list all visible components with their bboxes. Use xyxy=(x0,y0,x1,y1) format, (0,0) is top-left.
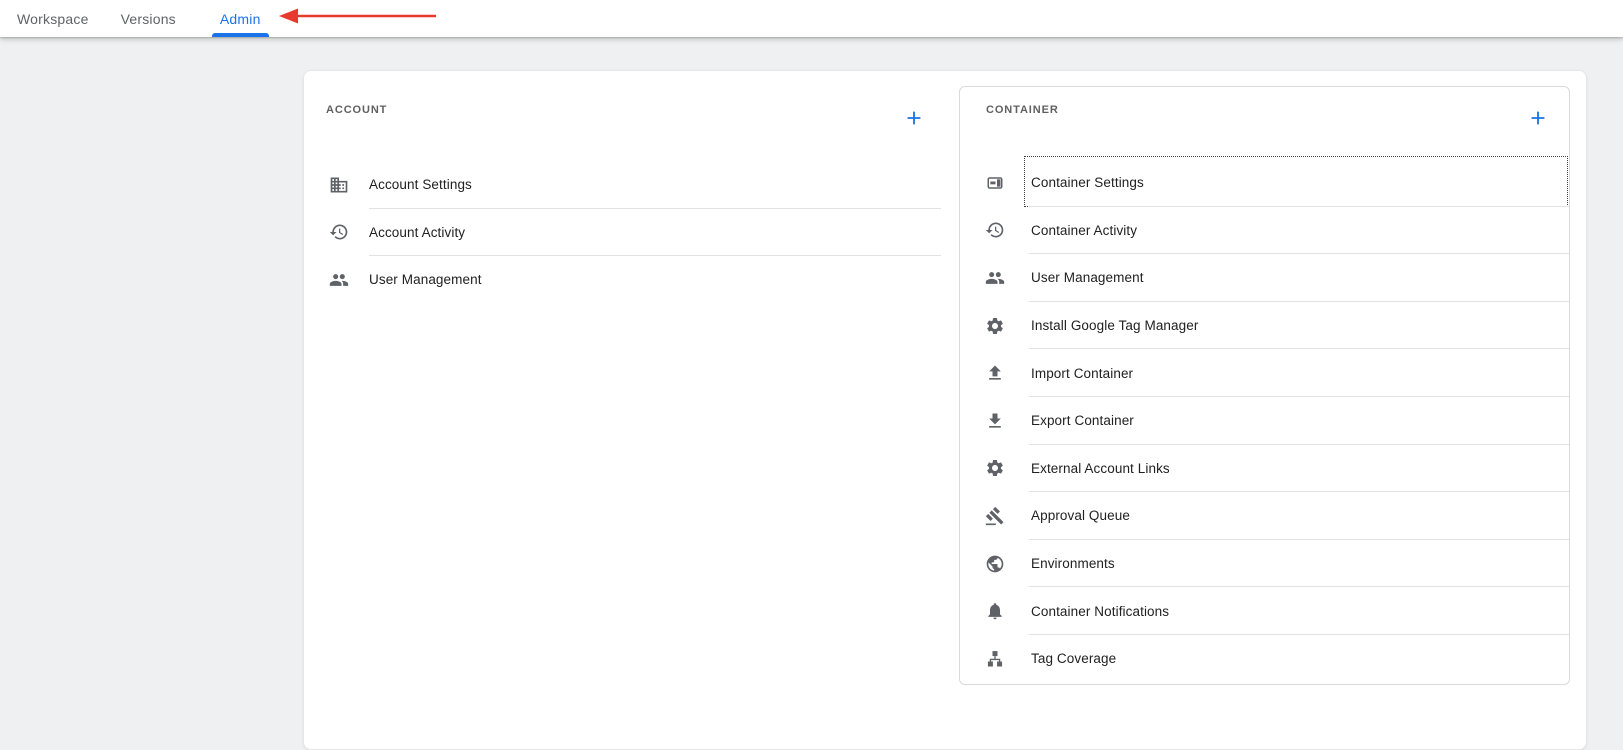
container-menu: Container Settings Container Activity Us… xyxy=(960,156,1569,683)
container-section: CONTAINER Container Settings Container A… xyxy=(959,86,1570,685)
bell-icon xyxy=(985,601,1005,621)
environments-row[interactable]: Environments xyxy=(960,540,1569,588)
import-container-row[interactable]: Import Container xyxy=(960,349,1569,397)
admin-page: ACCOUNT Account Settings Account Activit… xyxy=(0,37,1623,750)
globe-icon xyxy=(985,554,1005,574)
container-user-management-label: User Management xyxy=(1031,270,1144,286)
admin-card: ACCOUNT Account Settings Account Activit… xyxy=(303,70,1587,750)
tag-coverage-row[interactable]: Tag Coverage xyxy=(960,635,1569,683)
container-icon xyxy=(985,173,1005,193)
tab-admin[interactable]: Admin xyxy=(211,0,269,37)
container-notifications-row[interactable]: Container Notifications xyxy=(960,587,1569,635)
tab-workspace-label: Workspace xyxy=(17,10,89,27)
container-settings-label: Container Settings xyxy=(1031,175,1144,191)
tab-workspace[interactable]: Workspace xyxy=(17,0,89,37)
account-section-label: ACCOUNT xyxy=(326,104,388,116)
approval-queue-label: Approval Queue xyxy=(1031,508,1130,524)
history-icon xyxy=(985,220,1005,240)
plus-icon xyxy=(1531,111,1545,125)
building-icon xyxy=(329,175,349,195)
account-activity-label: Account Activity xyxy=(369,224,466,240)
account-menu: Account Settings Account Activity User M… xyxy=(304,161,941,304)
export-container-label: Export Container xyxy=(1031,413,1134,429)
container-user-management-row[interactable]: User Management xyxy=(960,254,1569,302)
container-activity-label: Container Activity xyxy=(1031,222,1138,238)
gear-icon xyxy=(985,458,1005,478)
tab-admin-label: Admin xyxy=(219,10,261,27)
account-settings-label: Account Settings xyxy=(369,177,472,193)
tag-coverage-label: Tag Coverage xyxy=(1031,651,1117,667)
history-icon xyxy=(329,222,349,242)
active-tab-underline xyxy=(211,33,269,37)
account-user-management-label: User Management xyxy=(369,272,482,288)
add-account-button[interactable] xyxy=(903,106,927,130)
export-container-row[interactable]: Export Container xyxy=(960,397,1569,445)
tab-versions-label: Versions xyxy=(120,10,176,27)
approval-queue-row[interactable]: Approval Queue xyxy=(960,492,1569,540)
install-gtm-label: Install Google Tag Manager xyxy=(1031,318,1199,334)
import-container-label: Import Container xyxy=(1031,365,1134,381)
download-icon xyxy=(985,411,1005,431)
container-notifications-label: Container Notifications xyxy=(1031,603,1170,619)
external-account-links-row[interactable]: External Account Links xyxy=(960,445,1569,493)
tab-versions[interactable]: Versions xyxy=(121,0,176,37)
external-account-links-label: External Account Links xyxy=(1031,460,1170,476)
people-icon xyxy=(985,268,1005,288)
top-nav-bar: Workspace Versions Admin xyxy=(0,0,1623,37)
environments-label: Environments xyxy=(1031,556,1115,572)
people-icon xyxy=(329,270,349,290)
gear-icon xyxy=(985,316,1005,336)
account-user-management-row[interactable]: User Management xyxy=(304,256,941,304)
red-arrow-annotation xyxy=(279,8,436,24)
account-activity-row[interactable]: Account Activity xyxy=(304,209,941,257)
upload-icon xyxy=(985,363,1005,383)
tree-icon xyxy=(985,649,1005,669)
container-section-label: CONTAINER xyxy=(986,104,1059,116)
plus-icon xyxy=(907,111,921,125)
account-settings-row[interactable]: Account Settings xyxy=(304,161,941,209)
add-container-button[interactable] xyxy=(1527,106,1551,130)
container-settings-row[interactable]: Container Settings xyxy=(960,156,1569,207)
container-activity-row[interactable]: Container Activity xyxy=(960,207,1569,255)
install-gtm-row[interactable]: Install Google Tag Manager xyxy=(960,302,1569,350)
gavel-icon xyxy=(985,506,1005,526)
